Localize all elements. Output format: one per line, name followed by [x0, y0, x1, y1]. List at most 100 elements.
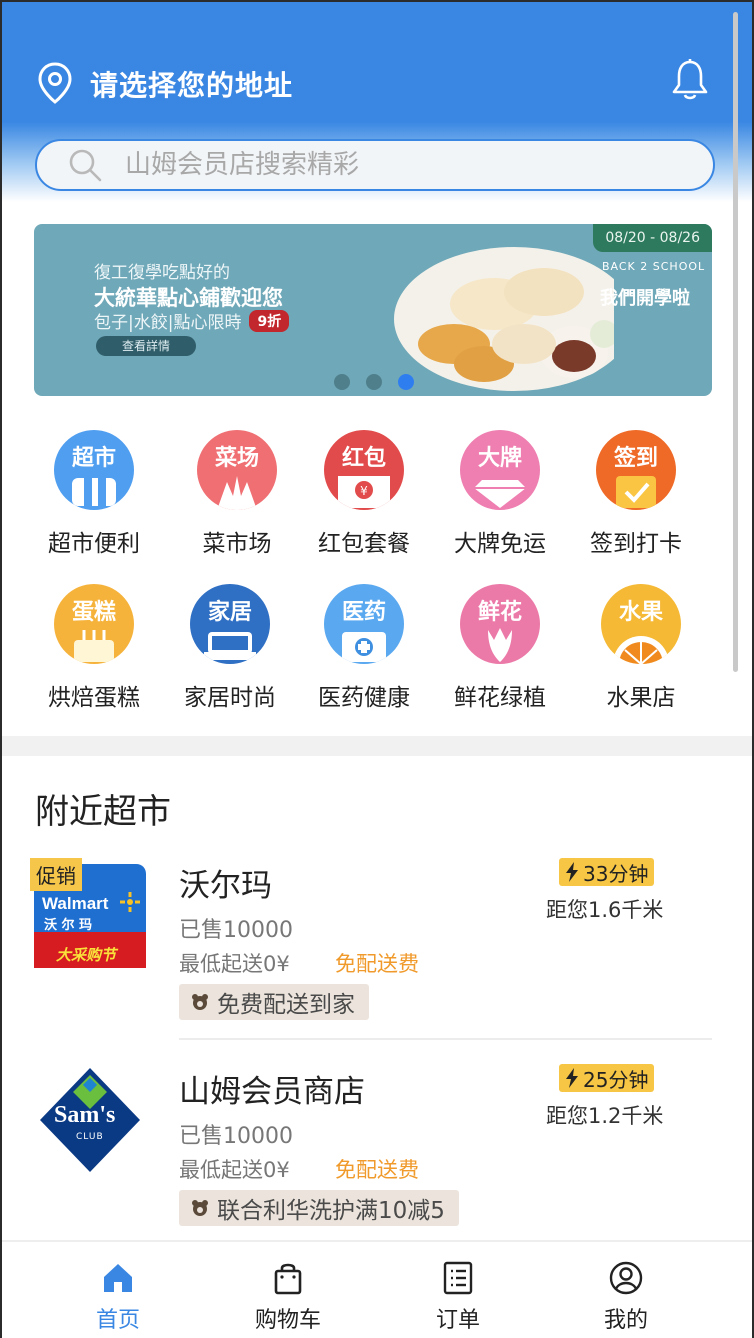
banner-line1: 復工復學吃點好的	[94, 263, 230, 283]
tab-profile[interactable]: 我的	[566, 1260, 686, 1334]
nearby-section-title: 附近超市	[35, 792, 171, 832]
store-sold-count: 已售10000	[179, 918, 293, 943]
location-pin-icon[interactable]	[38, 62, 72, 104]
coupon-bear-icon	[192, 1200, 208, 1216]
category-home[interactable]: 家居 家居时尚	[165, 584, 295, 712]
svg-text:¥: ¥	[360, 484, 368, 498]
coupon-bear-icon	[192, 994, 208, 1010]
store-free-delivery: 免配送费	[335, 952, 419, 976]
cake-icon: 蛋糕	[54, 584, 134, 664]
walmart-logo-text: Walmart	[42, 894, 109, 913]
search-input[interactable]	[125, 150, 645, 180]
tab-label: 我的	[603, 1308, 648, 1333]
carousel-dots	[334, 374, 414, 390]
promo-banner[interactable]: 08/20 - 08/26 復工復學吃點好的 大統華點心鋪歡迎您 包子|水餃|點…	[34, 224, 712, 396]
category-red-envelope[interactable]: 红包 ¥ 红包套餐	[299, 430, 429, 558]
store-promo-text: 免费配送到家	[217, 992, 355, 1018]
banner-line3-text: 包子|水餃|點心限時	[94, 313, 242, 333]
store-promo-text: 联合利华洗护满10减5	[217, 1198, 445, 1224]
red-envelope-icon: 红包 ¥	[324, 430, 404, 510]
walmart-logo-sub: 沃 尔 玛	[44, 918, 93, 933]
order-list-icon	[443, 1261, 473, 1295]
tab-label: 首页	[95, 1308, 140, 1333]
category-flowers[interactable]: 鲜花 鲜花绿植	[435, 584, 565, 712]
carousel-dot-active[interactable]	[398, 374, 414, 390]
store-name[interactable]: 沃尔玛	[179, 860, 272, 905]
home-icon	[104, 1264, 132, 1292]
category-label: 签到打卡	[590, 531, 682, 557]
lightning-icon	[566, 862, 578, 882]
sams-club-logo: Sam's CLUB	[34, 1064, 146, 1176]
carousel-dot[interactable]	[366, 374, 382, 390]
lightning-icon	[566, 1068, 578, 1088]
store-min-order: 最低起送0¥	[179, 1158, 290, 1182]
category-label: 水果店	[606, 685, 676, 711]
promo-tag: 促销	[30, 858, 82, 891]
tab-label: 订单	[435, 1308, 480, 1333]
tab-cart[interactable]: 购物车	[228, 1260, 348, 1334]
scrollbar[interactable]	[733, 12, 738, 672]
store-promo-tag: 联合利华洗护满10减5	[179, 1190, 459, 1226]
tab-orders[interactable]: 订单	[398, 1260, 518, 1334]
store-sold-count: 已售10000	[179, 1124, 293, 1149]
category-label: 菜市场	[202, 531, 272, 557]
sams-logo-sub: CLUB	[76, 1132, 104, 1142]
category-label: 家居时尚	[184, 685, 276, 711]
category-fruit[interactable]: 水果 水果店	[576, 584, 706, 712]
delivery-time: 33分钟	[583, 861, 649, 886]
address-selector[interactable]: 请选择您的地址	[90, 64, 293, 104]
flower-icon: 鲜花	[460, 584, 540, 664]
carousel-dot[interactable]	[334, 374, 350, 390]
medical-kit-icon: 医药	[324, 584, 404, 664]
category-label: 烘焙蛋糕	[48, 685, 140, 711]
banner-line3: 包子|水餃|點心限時 9折	[94, 308, 290, 333]
sams-logo-text: Sam's	[54, 1102, 116, 1128]
category-label: 超市便利	[48, 531, 140, 557]
banner-food-image	[394, 247, 614, 391]
category-label: 鲜花绿植	[454, 685, 546, 711]
delivery-time-badge: 25分钟	[559, 1064, 655, 1092]
banner-slogan-en: BACK 2 SCHOOL	[602, 260, 706, 273]
category-label: 红包套餐	[318, 531, 410, 557]
store-card-walmart[interactable]: Walmart 沃 尔 玛 大采购节 促销 沃尔玛 已售10000 最低起送0¥…	[2, 858, 752, 1058]
search-bar[interactable]	[35, 139, 715, 191]
sofa-icon: 家居	[190, 584, 270, 664]
store-distance: 距您1.2千米	[546, 1104, 664, 1128]
shopping-bag-icon	[274, 1263, 302, 1295]
category-label: 医药健康	[318, 685, 410, 711]
store-min-order: 最低起送0¥	[179, 952, 290, 976]
calendar-check-icon: 签到	[596, 430, 676, 510]
app-screen: 请选择您的地址 08/20 - 08/26 復工復學吃點好的 大統華點心鋪	[0, 0, 754, 1338]
banner-slogan-cn: 我們開學啦	[600, 288, 690, 309]
row-separator	[179, 1038, 712, 1040]
profile-icon	[609, 1261, 643, 1295]
category-label: 大牌免运	[454, 531, 546, 557]
store-free-delivery: 免配送费	[335, 1158, 419, 1182]
store-distance: 距您1.6千米	[546, 898, 664, 922]
store-promo-tag: 免费配送到家	[179, 984, 369, 1020]
tab-home[interactable]: 首页	[58, 1260, 178, 1334]
store-name[interactable]: 山姆会员商店	[179, 1066, 365, 1111]
category-medicine[interactable]: 医药 医药健康	[299, 584, 429, 712]
supermarket-icon: 超市	[54, 430, 134, 510]
vegetable-market-icon: 菜场	[197, 430, 277, 510]
category-supermarket[interactable]: 超市 超市便利	[29, 430, 159, 558]
bell-icon[interactable]	[670, 58, 710, 102]
store-card-sams-club[interactable]: Sam's CLUB 山姆会员商店 已售10000 最低起送0¥ 免配送费 联合…	[2, 1064, 752, 1264]
orange-slice-icon: 水果	[601, 584, 681, 664]
tab-label: 购物车	[254, 1308, 321, 1333]
delivery-time: 25分钟	[583, 1067, 649, 1092]
category-big-brand[interactable]: 大牌 大牌免运	[435, 430, 565, 558]
walmart-logo-banner: 大采购节	[56, 946, 117, 964]
section-divider	[2, 736, 752, 756]
diamond-icon: 大牌	[460, 430, 540, 510]
delivery-time-badge: 33分钟	[559, 858, 655, 886]
category-bakery[interactable]: 蛋糕 烘焙蛋糕	[29, 584, 159, 712]
banner-date: 08/20 - 08/26	[593, 224, 712, 252]
bottom-tab-bar: 首页 购物车 订单 我的	[2, 1240, 752, 1338]
category-check-in[interactable]: 签到 签到打卡	[571, 430, 701, 558]
banner-details-button[interactable]: 查看詳情	[96, 336, 196, 356]
category-vegetable-market[interactable]: 菜场 菜市场	[172, 430, 302, 558]
discount-badge: 9折	[249, 309, 290, 332]
search-icon	[69, 149, 102, 182]
